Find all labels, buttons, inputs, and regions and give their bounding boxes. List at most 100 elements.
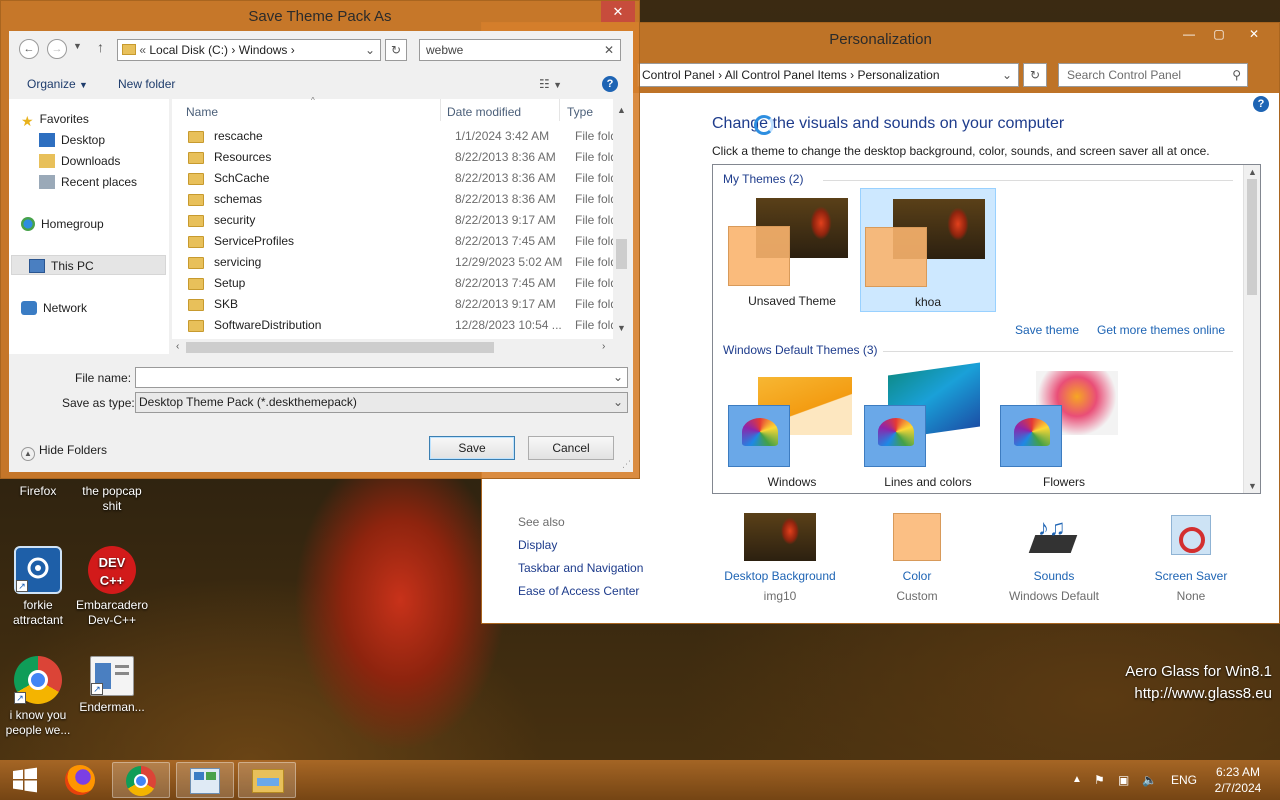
forward-icon[interactable]: →	[47, 39, 67, 59]
chevron-down-icon[interactable]: ⌄	[613, 393, 623, 412]
desktop-icon-popcap[interactable]: the popcap shit	[74, 484, 150, 514]
dialog-search-input[interactable]: webwe ✕	[419, 39, 621, 61]
recent-locations-icon[interactable]: ▼	[73, 41, 82, 51]
file-row[interactable]: security 8/22/2013 9:17 AM File folde	[172, 210, 613, 231]
screen-saver-setting[interactable]: Screen Saver None	[1121, 513, 1261, 603]
theme-list[interactable]: My Themes (2) Unsaved Theme khoa Save th…	[712, 164, 1261, 494]
file-row[interactable]: SKB 8/22/2013 9:17 AM File folde	[172, 294, 613, 315]
taskbar-chrome[interactable]	[112, 762, 170, 798]
view-options-icon[interactable]: ☷ ▼	[539, 77, 562, 91]
breadcrumb-overflow[interactable]: «	[139, 43, 146, 57]
desktop-icon-forkie[interactable]: ↗ forkie attractant	[0, 546, 76, 628]
breadcrumb-all-items[interactable]: All Control Panel Items	[725, 68, 847, 82]
organize-button[interactable]: Organize ▼	[27, 77, 88, 91]
nav-this-pc[interactable]: This PC	[29, 259, 94, 273]
breadcrumb-personalization[interactable]: Personalization	[857, 68, 939, 82]
resize-grip-icon[interactable]: ⋰	[622, 459, 631, 470]
see-also-display[interactable]: Display	[518, 538, 557, 552]
breadcrumb-control-panel[interactable]: Control Panel	[642, 68, 715, 82]
theme-windows[interactable]: Windows	[724, 361, 860, 489]
scrollbar-thumb[interactable]	[186, 342, 494, 353]
up-icon[interactable]: ↑	[97, 39, 104, 55]
desktop-icon-devcpp[interactable]: DEV C++ Embarcadero Dev-C++	[74, 546, 150, 628]
sounds-setting[interactable]: ♪♫ Sounds Windows Default	[984, 513, 1124, 603]
column-header-name[interactable]: Name	[186, 105, 218, 119]
column-header-type[interactable]: Type	[567, 105, 593, 119]
new-folder-button[interactable]: New folder	[118, 77, 175, 91]
breadcrumb-windows[interactable]: Windows	[239, 43, 288, 57]
start-button[interactable]	[0, 762, 50, 798]
file-row[interactable]: ServiceProfiles 8/22/2013 7:45 AM File fol…	[172, 231, 613, 252]
file-type: File folde	[575, 234, 613, 248]
save-theme-link[interactable]: Save theme	[1015, 323, 1079, 337]
screen-saver-icon	[1155, 513, 1227, 561]
scrollbar-thumb[interactable]	[616, 239, 627, 269]
file-row[interactable]: servicing 12/29/2023 5:02 AM File folde	[172, 252, 613, 273]
help-icon[interactable]: ?	[1253, 96, 1269, 112]
clock[interactable]: 6:23 AM 2/7/2024	[1208, 764, 1268, 796]
theme-unsaved[interactable]: Unsaved Theme	[724, 190, 860, 314]
folder-icon	[188, 299, 204, 311]
dialog-close-button[interactable]: ✕	[601, 1, 635, 22]
chevron-down-icon[interactable]: ⌄	[613, 368, 623, 387]
save-as-type-select[interactable]: Desktop Theme Pack (*.deskthemepack) ⌄	[135, 392, 628, 413]
theme-list-scrollbar[interactable]: ▲ ▼	[1243, 165, 1260, 493]
clear-search-icon[interactable]: ✕	[604, 40, 614, 60]
file-row[interactable]: SchCache 8/22/2013 8:36 AM File folde	[172, 168, 613, 189]
taskbar-control-panel[interactable]	[176, 762, 234, 798]
taskbar-firefox[interactable]	[52, 762, 110, 798]
volume-muted-icon[interactable]: 🔈	[1142, 760, 1157, 800]
file-row[interactable]: Setup 8/22/2013 7:45 AM File folde	[172, 273, 613, 294]
refresh-icon[interactable]: ↻	[1023, 63, 1047, 87]
dialog-address-bar[interactable]: « Local Disk (C:) › Windows › ⌄	[117, 39, 381, 61]
bottom-item-label: Color	[902, 569, 932, 583]
nav-downloads[interactable]: Downloads	[39, 154, 120, 168]
desktop-icon-enderman[interactable]: ↗ Enderman...	[74, 656, 150, 715]
file-row[interactable]: rescache 1/1/2024 3:42 AM File folde	[172, 126, 613, 147]
column-header-date[interactable]: Date modified	[447, 105, 521, 119]
help-icon[interactable]: ?	[602, 76, 618, 92]
see-also-ease-of-access[interactable]: Ease of Access Center	[518, 584, 639, 598]
get-more-themes-link[interactable]: Get more themes online	[1097, 323, 1225, 337]
see-also-taskbar[interactable]: Taskbar and Navigation	[518, 561, 643, 575]
chevron-down-icon[interactable]: ⌄	[1002, 64, 1012, 86]
scrollbar-thumb[interactable]	[1247, 179, 1257, 295]
cancel-button[interactable]: Cancel	[528, 436, 614, 460]
language-indicator[interactable]: ENG	[1171, 760, 1197, 800]
file-list-scrollbar[interactable]: ▲ ▼	[613, 99, 630, 339]
chevron-down-icon[interactable]: ⌄	[365, 40, 375, 60]
search-input[interactable]: Search Control Panel ⚲	[1058, 63, 1248, 87]
back-icon[interactable]: ←	[19, 39, 39, 59]
nav-favorites[interactable]: ★ Favorites	[21, 112, 89, 129]
network-status-icon[interactable]: ▣	[1118, 760, 1129, 800]
close-button[interactable]: ✕	[1234, 23, 1274, 45]
action-center-flag-icon[interactable]: ⚑	[1094, 760, 1105, 800]
nav-network[interactable]: Network	[21, 301, 87, 315]
file-row[interactable]: schemas 8/22/2013 8:36 AM File folde	[172, 189, 613, 210]
hide-folders-toggle[interactable]: ▲ Hide Folders	[21, 443, 107, 461]
breadcrumb-local-disk[interactable]: Local Disk (C:)	[149, 43, 228, 57]
nav-desktop[interactable]: Desktop	[39, 133, 105, 147]
address-bar[interactable]: Control Panel › All Control Panel Items …	[637, 63, 1019, 87]
horizontal-scrollbar[interactable]: ‹ ›	[172, 339, 612, 356]
theme-lines-and-colors[interactable]: Lines and colors	[860, 361, 996, 489]
nav-recent-places[interactable]: Recent places	[39, 175, 137, 189]
desktop-background-setting[interactable]: Desktop Background img10	[710, 513, 850, 603]
file-date: 8/22/2013 8:36 AM	[455, 171, 556, 185]
nav-homegroup[interactable]: Homegroup	[21, 217, 104, 231]
file-row[interactable]: Resources 8/22/2013 8:36 AM File folde	[172, 147, 613, 168]
refresh-icon[interactable]: ↻	[385, 39, 407, 61]
save-button[interactable]: Save	[429, 436, 515, 460]
minimize-button[interactable]: —	[1174, 23, 1204, 45]
file-date: 8/22/2013 7:45 AM	[455, 276, 556, 290]
desktop-icon-chrome[interactable]: ↗ i know you people we...	[0, 656, 76, 738]
desktop-icon-firefox[interactable]: Firefox	[0, 484, 76, 499]
taskbar-file-explorer[interactable]	[238, 762, 296, 798]
maximize-button[interactable]: ▢	[1204, 23, 1234, 45]
file-row[interactable]: SoftwareDistribution 12/28/2023 10:54 ...…	[172, 315, 613, 336]
theme-khoa[interactable]: khoa	[860, 188, 996, 312]
file-name-input[interactable]: ⌄	[135, 367, 628, 388]
color-setting[interactable]: Color Custom	[847, 513, 987, 603]
theme-flowers[interactable]: Flowers	[996, 361, 1132, 489]
show-hidden-icons[interactable]: ▲	[1072, 760, 1082, 800]
